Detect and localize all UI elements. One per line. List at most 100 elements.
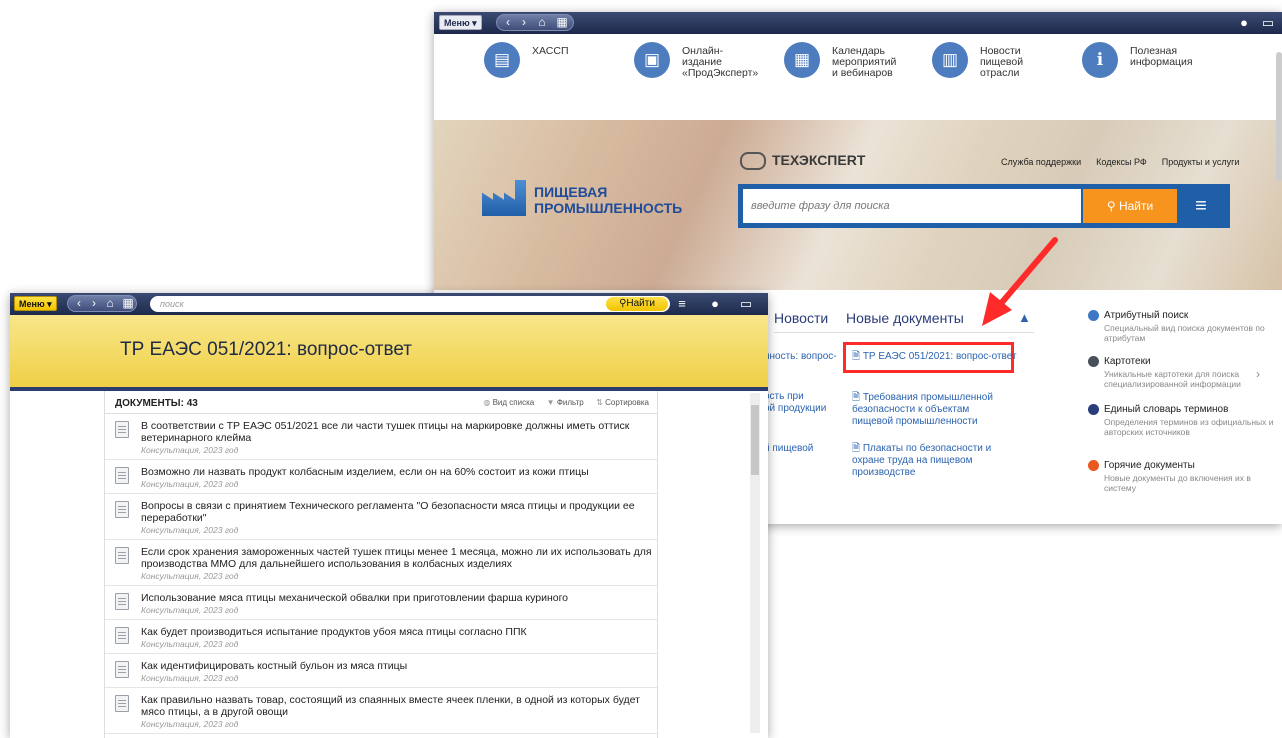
side-item-icon [1088, 460, 1099, 471]
document-subtitle: Консультация, 2023 год [141, 673, 239, 683]
banner: ТЕХЭКСПЕRТ Служба поддержки Кодексы РФ П… [434, 120, 1282, 290]
document-subtitle: Консультация, 2023 год [141, 719, 239, 729]
document-icon [115, 467, 129, 484]
document-icon [115, 661, 129, 678]
document-subtitle: Консультация, 2023 год [141, 479, 239, 489]
document-title[interactable]: Как правильно назвать товар, состоящий и… [141, 694, 657, 718]
document-subtitle: Консультация, 2023 год [141, 605, 239, 615]
side-item-title: Единый словарь терминов [1104, 404, 1229, 415]
title-band: ТР ЕАЭС 051/2021: вопрос-ответ [10, 315, 768, 391]
document-icon [115, 593, 129, 610]
search-input[interactable]: поиск [160, 296, 184, 312]
chevron-right-icon[interactable]: › [1256, 367, 1260, 381]
doc-scrollbar-thumb[interactable] [751, 405, 759, 475]
docs-header-bar: ДОКУМЕНТЫ: 43 ◍ Вид списка ▼ Фильтр ⇅ Со… [105, 391, 657, 414]
nav-group: ‹ › ⌂ ▦ [496, 14, 574, 31]
search-bar: введите фразу для поиска ⚲ Найти ≡ [738, 184, 1230, 228]
new-docs-tab[interactable]: Новые документы [846, 310, 964, 326]
table-row[interactable]: Вопросы в связи с принятием Технического… [105, 494, 657, 540]
nav-group: ‹ › ⌂ ▦ [67, 295, 137, 312]
document-subtitle: Консультация, 2023 год [141, 525, 239, 535]
table-row[interactable]: Как правильно назвать товар, состоящий и… [105, 688, 657, 734]
docs-panel: ДОКУМЕНТЫ: 43 ◍ Вид списка ▼ Фильтр ⇅ Со… [104, 391, 658, 738]
table-row[interactable]: Если срок хранения замороженных частей т… [105, 540, 657, 586]
logo-line-2: ПРОМЫШЛЕННОСТЬ [534, 200, 683, 216]
side-item[interactable]: Атрибутный поиск Специальный вид поиска д… [1088, 310, 1274, 343]
list-toolbar: ◍ Вид списка ▼ Фильтр ⇅ Сортировка [483, 398, 649, 407]
menu-button[interactable]: Меню ▾ [14, 296, 57, 311]
category-label: Полезная информация [1130, 45, 1193, 68]
side-item[interactable]: Горячие документы Новые документы до вклю… [1088, 460, 1274, 493]
menu-button[interactable]: Меню ▾ [439, 15, 482, 30]
factory-icon [482, 180, 526, 216]
site-logo: ПИЩЕВАЯ ПРОМЫШЛЕННОСТЬ [482, 178, 682, 228]
doc-scrollbar[interactable] [750, 393, 760, 733]
side-item-icon [1088, 404, 1099, 415]
view-list-button[interactable]: ◍ Вид списка [483, 398, 534, 407]
new-doc-link[interactable]: 🗎 Плакаты по безопасности и охране труда… [852, 443, 1002, 479]
news-tab[interactable]: Новости [774, 310, 828, 326]
grid-icon[interactable]: ▦ [553, 15, 571, 30]
side-item-title: Горячие документы [1104, 460, 1195, 471]
news-item[interactable]: й пищевой [764, 443, 813, 455]
products-link[interactable]: Продукты и услуги [1162, 157, 1240, 167]
home-icon[interactable]: ⌂ [533, 15, 551, 30]
document-icon [115, 627, 129, 644]
table-row[interactable]: Как идентифицировать костный бульон из м… [105, 654, 657, 688]
page-title: ТР ЕАЭС 051/2021: вопрос-ответ [120, 339, 413, 360]
home-icon[interactable]: ⌂ [101, 296, 119, 311]
category-label: Новости пищевой отрасли [980, 45, 1024, 79]
new-doc-link[interactable]: 🗎 Требования промышленной безопасности к… [852, 392, 1002, 428]
document-subtitle: Консультация, 2023 год [141, 445, 239, 455]
document-icon: 🗎 [852, 351, 863, 362]
message-icon[interactable]: ▭ [1260, 15, 1276, 30]
document-subtitle: Консультация, 2023 год [141, 571, 239, 581]
table-row[interactable]: Использование мяса птицы механической об… [105, 586, 657, 620]
document-title[interactable]: Возможно ли назвать продукт колбасным из… [141, 466, 657, 478]
side-item-desc: Новые документы до включения их в систем… [1104, 473, 1251, 493]
side-item[interactable]: Картотеки Уникальные картотеки для поиска… [1088, 356, 1274, 389]
message-icon[interactable]: ▭ [738, 296, 754, 311]
side-item[interactable]: Единый словарь терминов Определения терми… [1088, 404, 1274, 437]
codes-link[interactable]: Кодексы РФ [1096, 157, 1147, 167]
table-row[interactable]: В соответствии с ТР ЕАЭС 051/2021 все ли… [105, 414, 657, 460]
document-title[interactable]: Как будет производиться испытание продук… [141, 626, 657, 638]
portal-scrollbar[interactable] [1276, 52, 1282, 182]
document-title[interactable]: В соответствии с ТР ЕАЭС 051/2021 все ли… [141, 420, 657, 444]
hamburger-icon[interactable]: ≡ [674, 296, 690, 311]
support-link[interactable]: Служба поддержки [1001, 157, 1081, 167]
forward-icon[interactable]: › [515, 15, 533, 30]
hamburger-icon[interactable]: ≡ [1190, 194, 1212, 218]
search-input[interactable]: введите фразу для поиска [743, 189, 1081, 223]
document-icon [115, 695, 129, 712]
filter-button[interactable]: ▼ Фильтр [547, 398, 584, 407]
info-icon: ℹ [1082, 42, 1118, 78]
sort-icon: ⇅ [596, 398, 606, 407]
side-panel: Атрибутный поиск Специальный вид поиска д… [1086, 310, 1274, 520]
document-title[interactable]: Как идентифицировать костный бульон из м… [141, 660, 657, 672]
side-item-desc: Определения терминов из официальных и ав… [1104, 417, 1274, 437]
document-title[interactable]: Вопросы в связи с принятием Технического… [141, 500, 657, 524]
user-icon[interactable]: ● [1236, 15, 1252, 30]
sort-button[interactable]: ⇅ Сортировка [596, 398, 649, 407]
document-title[interactable]: Если срок хранения замороженных частей т… [141, 546, 657, 570]
portal-toolbar: Меню ▾ ‹ › ⌂ ▦ ● ▭ [434, 12, 1282, 34]
grid-icon[interactable]: ▦ [119, 296, 137, 311]
document-icon: 🗎 [852, 392, 863, 403]
news-item[interactable]: ость при ой продукции [764, 391, 826, 415]
table-row[interactable]: Как будет производиться испытание продук… [105, 620, 657, 654]
table-row[interactable]: Возможно ли назвать продукт колбасным из… [105, 460, 657, 494]
new-doc-link[interactable]: 🗎 ТР ЕАЭС 051/2021: вопрос-ответ [852, 351, 1032, 363]
document-icon [115, 547, 129, 564]
user-icon[interactable]: ● [707, 296, 723, 311]
category-label: Онлайн-издание «ПродЭксперт» [682, 45, 759, 79]
calendar-icon: ▦ [784, 42, 820, 78]
search-button[interactable]: ⚲ Найти [1083, 189, 1177, 223]
brand-logo: ТЕХЭКСПЕRТ [740, 152, 865, 171]
document-title[interactable]: Использование мяса птицы механической об… [141, 592, 657, 604]
side-item-icon [1088, 310, 1099, 321]
news-item[interactable]: нность: вопрос- [764, 351, 837, 363]
find-button[interactable]: ⚲Найти [606, 297, 668, 311]
category-label: ХАССП [532, 45, 569, 57]
filter-icon: ▼ [546, 398, 557, 407]
